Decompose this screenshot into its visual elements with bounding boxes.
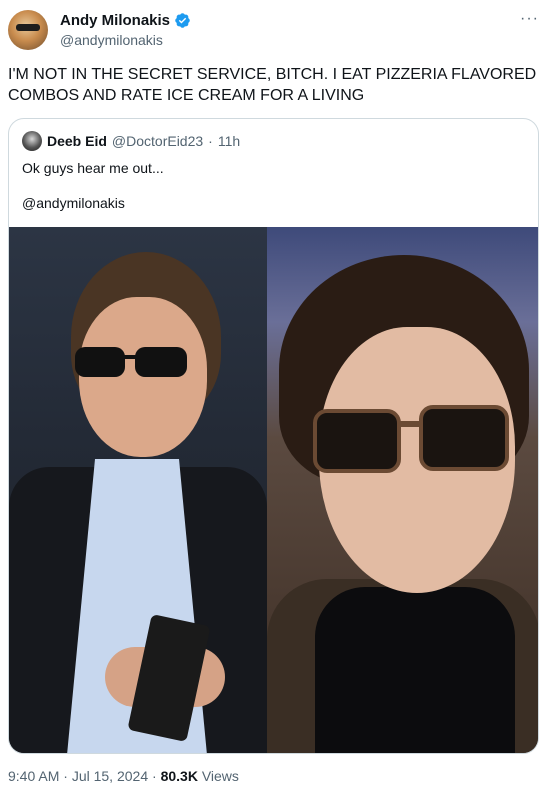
tweet-header: Andy Milonakis @andymilonakis ··· [8,8,543,52]
footer-separator: · [63,768,68,784]
author-name-row: Andy Milonakis [60,12,191,29]
photo-person-sunglasses[interactable] [267,227,538,753]
sunglasses-icon [313,405,509,473]
post-time[interactable]: 9:40 AM [8,768,59,784]
quoted-mention: @andymilonakis [22,195,125,211]
author-avatar[interactable] [8,10,48,50]
quoted-header: Deeb Eid @DoctorEid23 · 11h [22,131,240,151]
sunglasses-icon [75,347,187,377]
views-count: 80.3K [160,768,198,784]
author-handle[interactable]: @andymilonakis [60,32,163,48]
views-label: Views [201,768,239,784]
tweet-text: I'M NOT IN THE SECRET SERVICE, BITCH. I … [8,66,537,104]
verified-badge-icon [175,13,190,28]
quoted-time: 11h [217,133,241,149]
quoted-display-name: Deeb Eid [47,133,107,149]
post-date[interactable]: Jul 15, 2024 [72,768,148,784]
quoted-avatar [22,131,42,151]
quoted-handle: @DoctorEid23 [111,133,204,149]
quoted-separator: · [208,133,213,149]
shirt-shape [315,587,515,753]
quoted-media[interactable] [9,227,538,753]
more-options-icon[interactable]: ··· [520,10,539,28]
quoted-tweet[interactable]: Deeb Eid @DoctorEid23 · 11h Ok guys hear… [8,118,539,754]
tweet-footer: 9:40 AM · Jul 15, 2024 · 80.3K Views [8,768,239,784]
footer-separator: · [152,768,157,784]
author-display-name[interactable]: Andy Milonakis [60,12,170,29]
quoted-text: Ok guys hear me out... [22,160,164,176]
photo-secret-service-agent[interactable] [9,227,267,753]
